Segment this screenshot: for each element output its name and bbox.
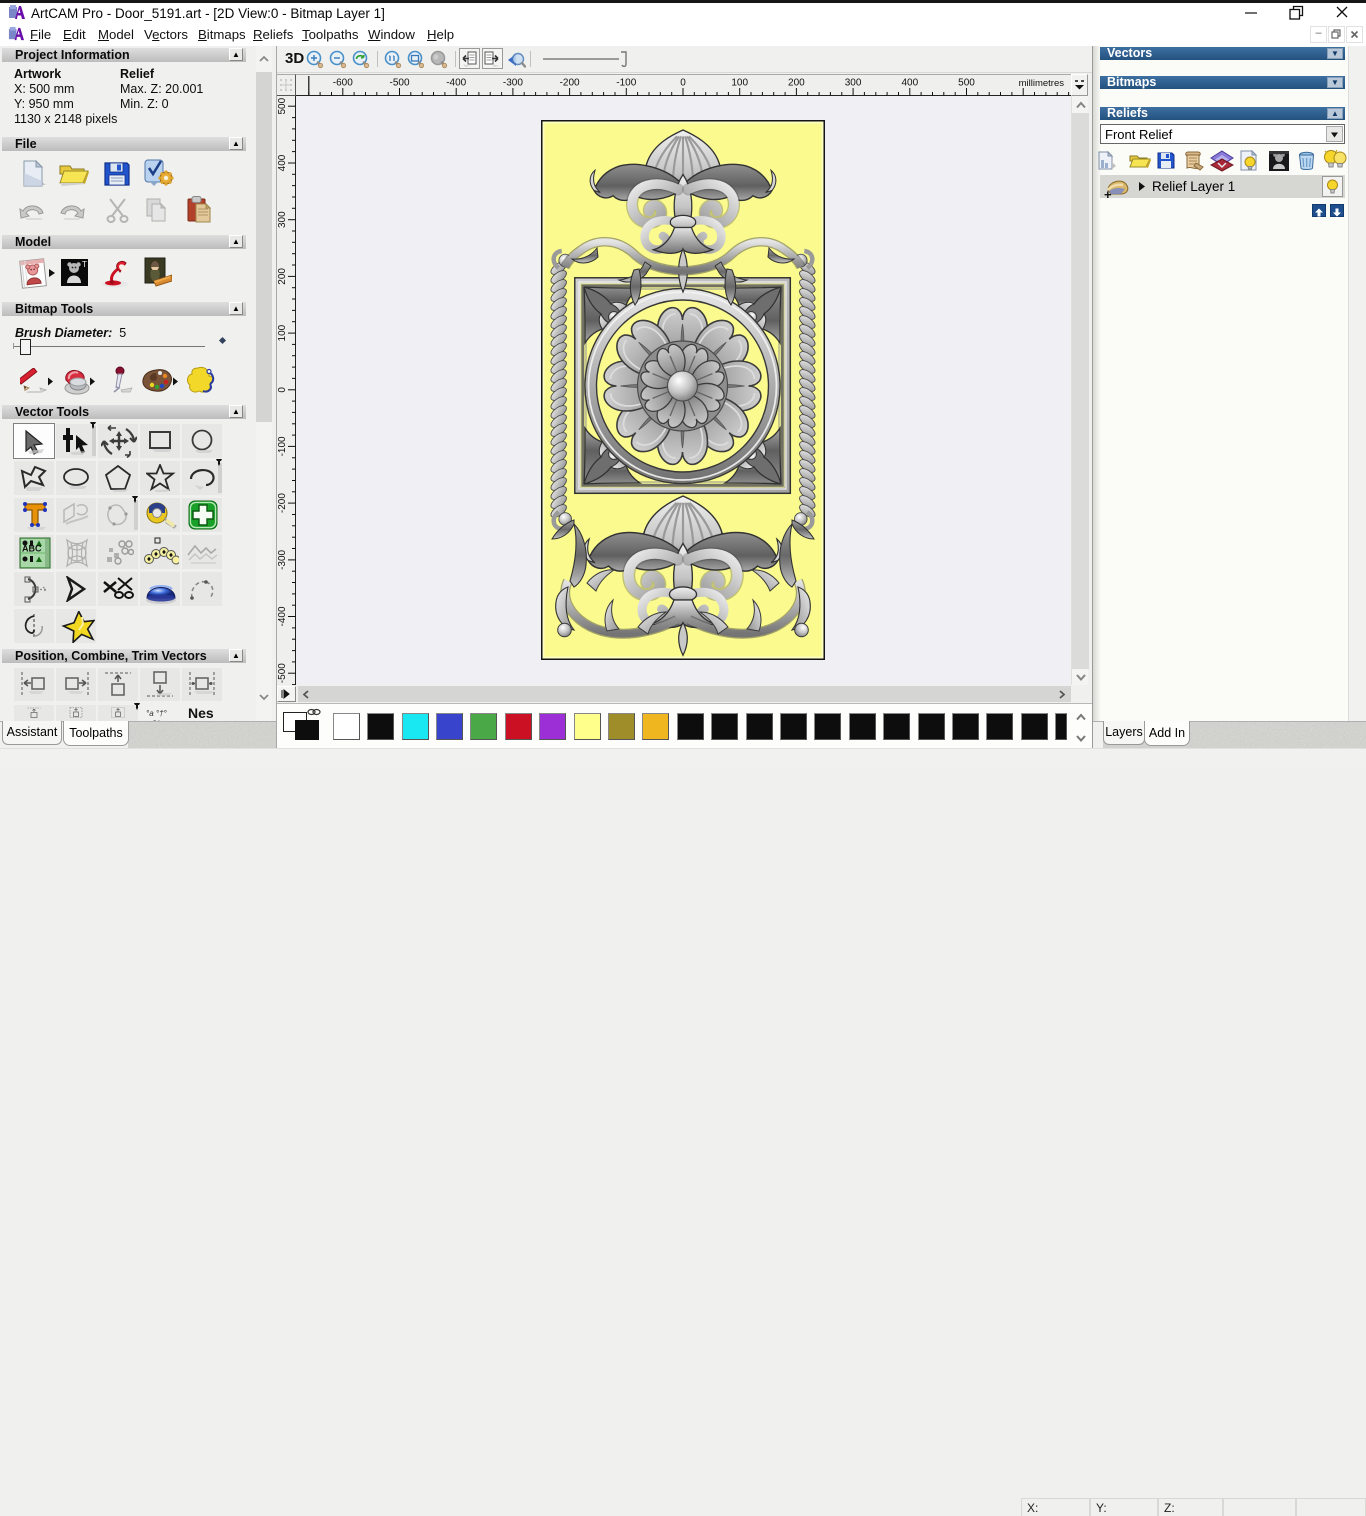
svg-text:millimetres: millimetres: [1019, 78, 1065, 89]
svg-text:-100: -100: [277, 436, 288, 456]
svg-text:200: 200: [277, 268, 288, 285]
svg-text:-500: -500: [277, 663, 288, 683]
svg-text:0: 0: [277, 387, 288, 393]
svg-text:-500: -500: [389, 78, 409, 89]
svg-text:400: 400: [901, 78, 918, 89]
svg-text:200: 200: [788, 78, 805, 89]
svg-text:400: 400: [277, 154, 288, 171]
svg-text:-200: -200: [560, 78, 580, 89]
svg-text:-200: -200: [277, 493, 288, 513]
svg-text:-300: -300: [277, 549, 288, 569]
svg-text:500: 500: [958, 78, 975, 89]
svg-text:100: 100: [731, 78, 748, 89]
svg-text:300: 300: [277, 211, 288, 228]
svg-text:-300: -300: [503, 78, 523, 89]
svg-text:100: 100: [277, 324, 288, 341]
svg-text:0: 0: [680, 78, 686, 89]
svg-text:-100: -100: [616, 78, 636, 89]
svg-text:T: T: [82, 260, 87, 269]
svg-text:-400: -400: [446, 78, 466, 89]
svg-text:-400: -400: [277, 606, 288, 626]
svg-text:ABC: ABC: [22, 544, 42, 554]
svg-text:°a °†°: °a °†°: [146, 709, 168, 718]
svg-text:-600: -600: [333, 78, 353, 89]
svg-text:300: 300: [845, 78, 862, 89]
svg-text:500: 500: [277, 97, 288, 114]
